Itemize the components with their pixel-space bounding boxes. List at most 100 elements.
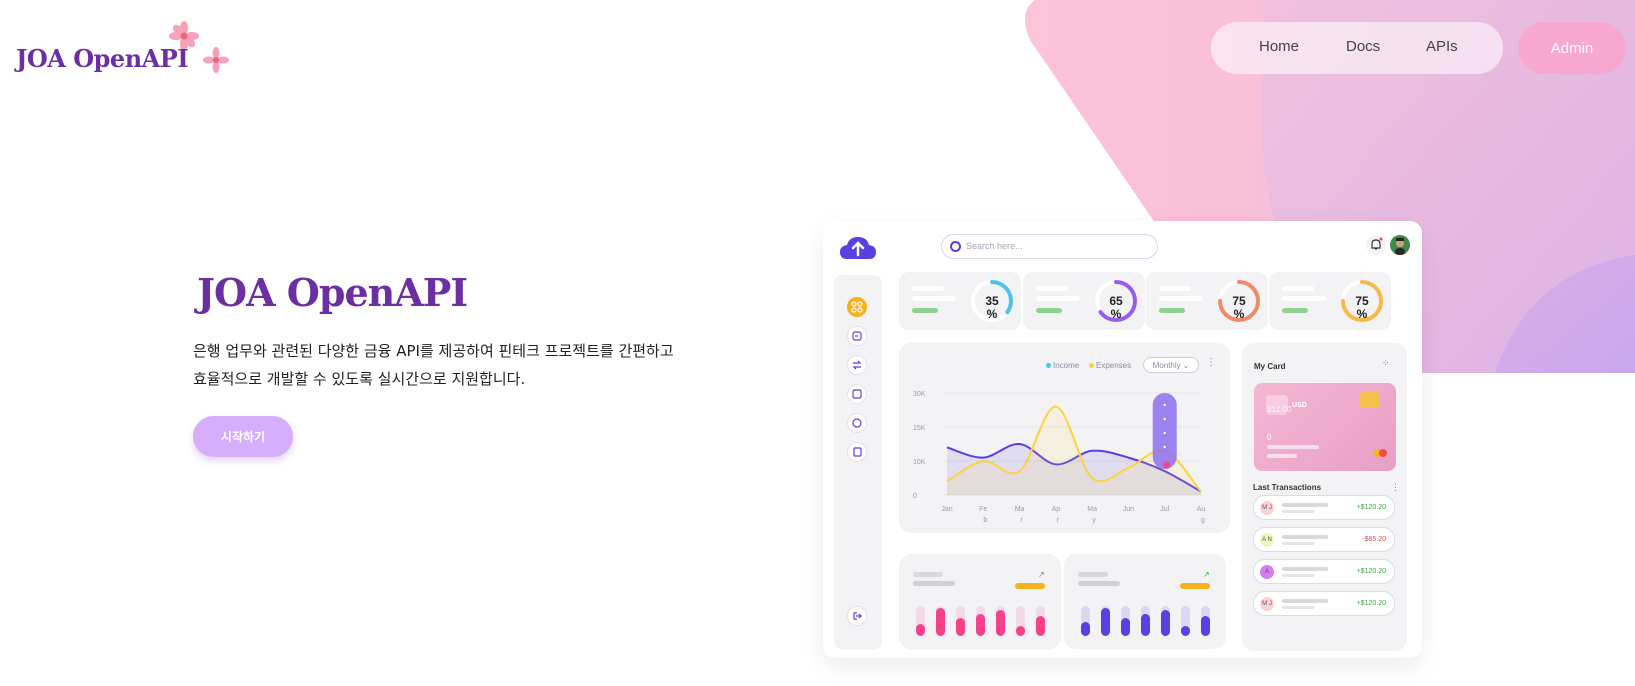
bar [1121,618,1130,636]
y-tick-label: 10K [913,459,926,466]
transaction-row[interactable]: A +$120.20 [1253,559,1395,584]
transaction-line [1282,599,1328,603]
stat-card-line [1159,296,1203,301]
card-panel: My Card ⁘ $12.00 USD 0 Last Transactions… [1242,343,1407,651]
transaction-avatar: A N [1260,533,1274,547]
bar-chart [1081,606,1210,636]
stat-value: 35% [977,295,1007,321]
last-transactions-title: Last Transactions [1253,483,1322,492]
stat-card-line [1159,286,1191,291]
bar-chart-card: ↗ [899,554,1061,649]
x-tick-label: Ap [1052,506,1061,513]
stat-card-line [912,296,956,301]
card-currency: USD [1292,402,1307,409]
line-chart: 30K 15K 10K 0 Jan Fe b Ma r Ap r Ma y Jun Jul Au g [913,391,1206,524]
stat-card-line [1036,286,1068,291]
nav-home-link[interactable]: Home [1259,38,1299,55]
bar [936,608,945,636]
stat-value: 65% [1101,295,1131,321]
bar [1161,610,1170,636]
x-tick-label: Au [1197,506,1206,513]
credit-card[interactable]: $12.00 USD 0 [1254,383,1396,471]
document-icon[interactable] [847,442,867,462]
y-tick-label: 0 [913,493,917,500]
tooltip-dot [1163,417,1166,421]
wallet-icon[interactable] [847,384,867,404]
stat-unit: % [1233,307,1245,321]
stat-card: 65% [1023,272,1145,330]
transaction-row[interactable]: M J +$120.20 [1253,591,1395,616]
x-tick-label: Jan [941,506,952,513]
stat-card-line [1036,296,1080,301]
stat-unit: % [986,307,998,321]
stat-card: 35% [899,272,1021,330]
mastercard-icon [1379,449,1387,457]
stat-card: 75% [1269,272,1391,330]
transaction-row[interactable]: A N -$85.20 [1253,527,1395,552]
bar [1081,622,1090,636]
transaction-line [1282,535,1328,539]
apps-icon[interactable] [847,297,867,317]
x-tick-label: Fe [979,506,987,513]
transaction-amount: +$120.20 [1356,504,1386,511]
settings-icon[interactable]: ⁘ [1382,358,1390,369]
card-line [1267,454,1297,458]
stat-unit: % [1356,307,1368,321]
tooltip-dot [1163,431,1166,435]
stat-card-line [912,308,938,313]
nav-apis-link[interactable]: APIs [1426,38,1458,55]
logo-text: JOA OpenAPI [16,44,189,73]
transaction-amount: +$120.20 [1356,568,1386,575]
bar [1141,614,1150,636]
transaction-avatar: A [1260,565,1274,579]
transfer-icon[interactable] [847,355,867,375]
y-tick-label: 15K [913,425,926,432]
card-amount: $12.00 [1267,405,1292,414]
bar [916,624,925,636]
x-tick-label-wrap: r [1057,517,1060,524]
card-icon[interactable] [847,326,867,346]
chat-icon[interactable] [847,413,867,433]
brand-logo[interactable]: JOA OpenAPI [14,20,244,76]
stat-card-line [1159,308,1185,313]
hero-description: 은행 업무와 관련된 다양한 금융 API를 제공하여 핀테크 프로젝트를 간편… [193,337,713,393]
search-input[interactable]: Search here... [941,234,1158,259]
bar-chart-card: ↗ [1064,554,1226,649]
transaction-avatar: M J [1260,501,1274,515]
transaction-line [1282,510,1314,513]
hero-title: JOA OpenAPI [197,270,468,315]
bar [1201,616,1210,636]
start-button[interactable]: 시작하기 [193,416,293,457]
admin-button[interactable]: Admin [1518,22,1626,74]
bar [1016,626,1025,636]
hero-description-line: 은행 업무와 관련된 다양한 금융 API를 제공하여 핀테크 프로젝트를 간편… [193,342,674,360]
bar [996,610,1005,636]
x-tick-label-wrap: r [1020,517,1023,524]
avatar[interactable] [1390,235,1410,255]
logout-icon[interactable] [847,606,867,626]
nav-docs-link[interactable]: Docs [1346,38,1380,55]
stat-unit: % [1110,307,1122,321]
bell-icon[interactable] [1366,235,1386,255]
x-tick-label: Ma [1015,506,1025,513]
landing-page: JOA OpenAPI Home Docs APIs Admin JOA Ope… [0,0,1635,686]
bar [1101,608,1110,636]
cloud-upload-icon [840,237,876,259]
x-tick-label: Jun [1123,506,1134,513]
stat-card-line [912,286,944,291]
line-chart-card: Income Expenses Monthly ⌄ ⋮ 30K 15K 10K 0 Jan… [899,343,1230,533]
transaction-line [1282,606,1314,609]
transaction-line [1282,574,1314,577]
stat-card-line [1282,286,1314,291]
stat-value: 75% [1347,295,1377,321]
card-number: 0 [1267,433,1272,442]
transaction-row[interactable]: M J +$120.20 [1253,495,1395,520]
highlight-point [1163,461,1171,469]
search-placeholder: Search here... [966,241,1023,251]
bar [956,618,965,636]
more-icon[interactable]: ⋮ [1391,482,1400,493]
stat-card-line [1036,308,1062,313]
card-line [1267,445,1319,449]
stat-card-line [1282,308,1308,313]
transaction-line [1282,503,1328,507]
